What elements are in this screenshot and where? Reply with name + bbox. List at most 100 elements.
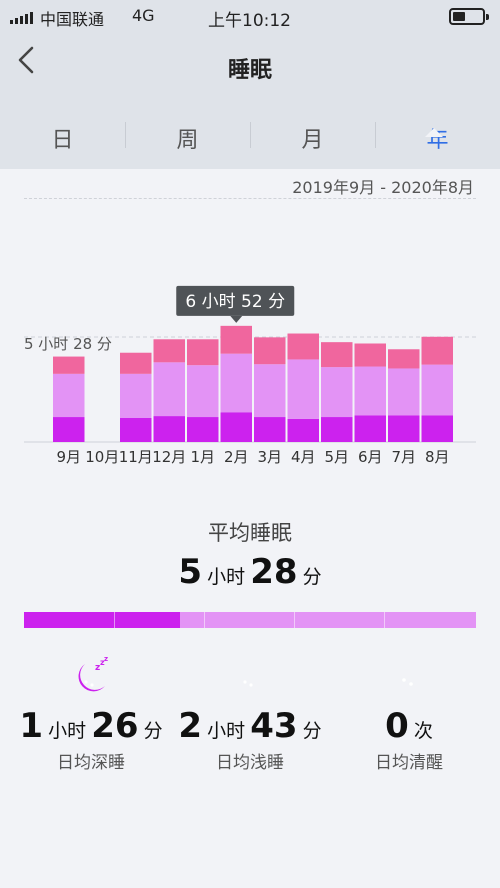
x-tick-label: 1月: [190, 448, 215, 466]
tooltip-pointer: [230, 315, 243, 323]
bar-segment-2月: [220, 353, 252, 413]
network-type: 4G: [132, 6, 155, 25]
light-sleep-hours-unit: 小时: [207, 720, 246, 742]
tab-week[interactable]: 周: [125, 112, 250, 169]
deep-sleep-hours-unit: 小时: [48, 720, 87, 742]
light-sleep-hours: 2: [178, 706, 203, 746]
average-hours-unit: 小时: [207, 566, 246, 588]
bar-segment-11月: [120, 373, 152, 418]
tab-month[interactable]: 月: [250, 112, 375, 169]
bar-segment-3月: [254, 364, 286, 418]
light-sleep-stat: 2 小时 43 分 日均浅睡: [167, 656, 333, 773]
light-sleep-minutes: 43: [250, 706, 298, 746]
page-title: 睡眠: [227, 58, 272, 83]
bar-segment-7月: [388, 368, 420, 416]
bar-segment-12月: [153, 339, 185, 363]
bar-segment-6月: [354, 343, 386, 367]
bar-segment-3月: [254, 417, 286, 442]
average-sleep-value: 5 小时 28 分: [0, 552, 500, 592]
x-tick-label: 8月: [425, 448, 450, 466]
x-tick-label: 7月: [391, 448, 416, 466]
bar-segment-11月: [120, 418, 152, 442]
bar-segment-12月: [153, 362, 185, 417]
chart-top-divider: [24, 198, 476, 199]
bar-segment-1月: [187, 417, 219, 442]
bar-segment-1月: [187, 365, 219, 418]
x-tick-label: 11月: [119, 448, 153, 466]
bar-segment-2月: [220, 412, 252, 442]
bar-segment-5月: [321, 417, 353, 442]
bar-segment-5月: [321, 367, 353, 418]
bar-segment-6月: [354, 415, 386, 442]
bar-segment-8月: [421, 415, 453, 442]
bar-segment-7月: [388, 415, 420, 442]
x-tick-label: 9月: [56, 448, 81, 466]
x-tick-label: 10月: [85, 448, 119, 466]
bar-segment-3月: [254, 337, 286, 365]
zzz-moon-icon: z z z: [78, 656, 108, 692]
segment-divider: [384, 612, 385, 628]
awake-count-unit: 次: [413, 720, 433, 742]
bar-segment-2月: [220, 325, 252, 354]
signal-strength-icon: [10, 10, 33, 24]
bar-segment-8月: [421, 336, 453, 365]
average-sleep-label: 平均睡眠: [208, 521, 292, 545]
bar-segment-5月: [321, 342, 353, 368]
deep-sleep-stat: z z z 1 小时 26 分 日均深睡: [8, 656, 174, 773]
status-bar: 中国联通 4G 上午10:12: [0, 0, 500, 32]
deep-sleep-label: 日均深睡: [57, 753, 125, 773]
bar-segment-1月: [187, 339, 219, 366]
light-sleep-minutes-unit: 分: [302, 720, 322, 742]
average-hours: 5: [178, 552, 203, 592]
deep-sleep-value: 1 小时 26 分: [8, 706, 174, 746]
tooltip-label: 6 小时 52 分: [185, 292, 285, 312]
bar-segment-12月: [153, 416, 185, 442]
deep-sleep-hours: 1: [19, 706, 44, 746]
moon-icon: [397, 662, 425, 691]
bar-segment-11月: [120, 352, 152, 374]
bar-segment-9月: [53, 373, 85, 418]
average-line-label: 5 小时 28 分: [24, 335, 112, 353]
sleep-chart: 5 小时 28 分 9月 10月 11月 12月 1月 2月 3月 4月 5月 6月 7月 8月 6 小时…: [24, 285, 476, 466]
light-sleep-value: 2 小时 43 分: [167, 706, 333, 746]
svg-text:z: z: [104, 656, 108, 663]
x-tick-label: 6月: [358, 448, 383, 466]
light-sleep-label: 日均浅睡: [216, 753, 284, 773]
bar-segment-9月: [53, 356, 85, 374]
tab-day[interactable]: 日: [0, 112, 125, 169]
active-tab-pointer: [425, 128, 443, 137]
bar-segment-6月: [354, 366, 386, 416]
bar-segment-9月: [53, 417, 85, 442]
x-tick-label: 3月: [257, 448, 282, 466]
x-tick-label: 5月: [324, 448, 349, 466]
x-tick-label: 2月: [224, 448, 249, 466]
deep-sleep-segment: [24, 612, 180, 628]
light-sleep-segment: [179, 612, 476, 628]
awake-stat: 0 次 日均清醒: [326, 656, 492, 773]
deep-sleep-minutes-unit: 分: [143, 720, 163, 742]
carrier-name: 中国联通: [40, 10, 105, 29]
awake-value: 0 次: [326, 706, 492, 746]
bar-segment-7月: [388, 349, 420, 369]
tab-year[interactable]: 年: [375, 112, 500, 169]
clock: 上午10:12: [208, 11, 291, 31]
x-tick-label: 4月: [291, 448, 316, 466]
average-minutes-unit: 分: [302, 566, 322, 588]
segment-divider: [114, 612, 115, 628]
bar-segment-4月: [287, 359, 319, 419]
moon-icon: [238, 662, 266, 691]
segment-divider: [294, 612, 295, 628]
header: 睡眠 日 周 月 年: [0, 32, 500, 169]
average-minutes: 28: [250, 552, 298, 592]
tab-divider: [250, 122, 251, 148]
sleep-ratio-bar: [24, 612, 476, 628]
awake-label: 日均清醒: [375, 753, 443, 773]
x-tick-label: 12月: [152, 448, 186, 466]
segment-divider: [204, 612, 205, 628]
awake-count: 0: [385, 706, 409, 746]
date-range: 2019年9月 - 2020年8月: [292, 178, 474, 197]
tab-divider: [375, 122, 376, 148]
battery-icon: [449, 8, 489, 25]
bar-segment-8月: [421, 364, 453, 416]
deep-sleep-minutes: 26: [91, 706, 139, 746]
